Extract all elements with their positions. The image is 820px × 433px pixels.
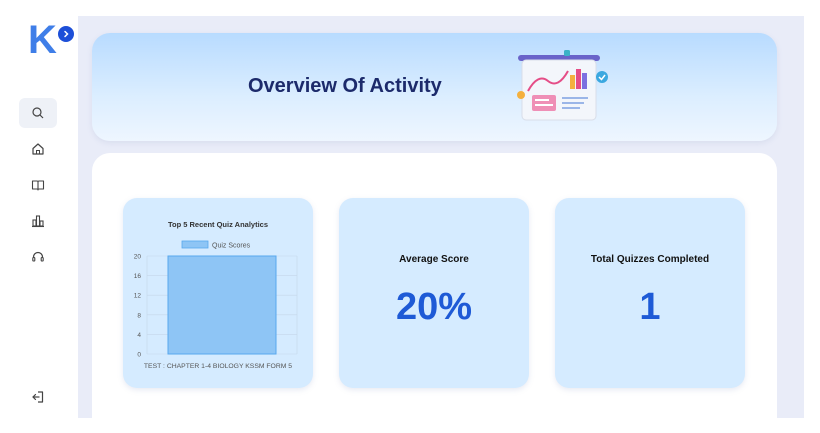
sidebar: K	[14, 16, 78, 418]
home-icon	[32, 143, 44, 155]
logout-icon	[32, 391, 44, 403]
app-logo[interactable]: K	[28, 20, 57, 60]
presentation-board-icon	[517, 50, 608, 121]
chevron-right-icon	[64, 30, 69, 38]
sidebar-item-support[interactable]	[19, 242, 57, 272]
bar-quiz-score[interactable]	[167, 255, 277, 355]
quiz-analytics-chart: Top 5 Recent Quiz Analytics Quiz Scores …	[134, 220, 298, 370]
legend-label: Quiz Scores	[212, 243, 251, 250]
search-icon	[32, 107, 44, 119]
total-quizzes-card: Total Quizzes Completed 1	[555, 198, 745, 388]
average-score-card: Average Score 20%	[339, 198, 529, 388]
sidebar-item-home[interactable]	[19, 134, 57, 164]
sidebar-item-book[interactable]	[19, 170, 57, 200]
y-tick-label: 8	[137, 312, 141, 319]
quiz-analytics-card: Top 5 Recent Quiz Analytics Quiz Scores …	[123, 198, 313, 388]
total-quizzes-label: Total Quizzes Completed	[590, 254, 710, 265]
sidebar-toggle-button[interactable]	[58, 26, 74, 42]
page-title: Overview Of Activity	[248, 75, 442, 97]
y-tick-label: 4	[137, 332, 141, 339]
chart-title: Top 5 Recent Quiz Analytics	[168, 220, 268, 229]
average-score-value: 20%	[395, 286, 473, 328]
sidebar-item-search[interactable]	[19, 98, 57, 128]
y-tick-label: 0	[137, 352, 141, 359]
sidebar-item-chart[interactable]	[19, 206, 57, 236]
total-quizzes-value: 1	[639, 286, 661, 328]
sidebar-item-logout[interactable]	[19, 382, 57, 412]
legend-swatch	[181, 240, 209, 249]
y-tick-label: 20	[134, 254, 142, 261]
y-tick-label: 16	[134, 273, 142, 280]
average-score-label: Average Score	[399, 254, 469, 265]
x-tick-label: TEST : CHAPTER 1-4 BIOLOGY KSSM FORM 5	[144, 363, 292, 370]
y-tick-label: 12	[134, 293, 142, 300]
book-icon	[31, 180, 45, 191]
chart-icon	[32, 215, 44, 228]
headset-icon	[32, 251, 44, 262]
